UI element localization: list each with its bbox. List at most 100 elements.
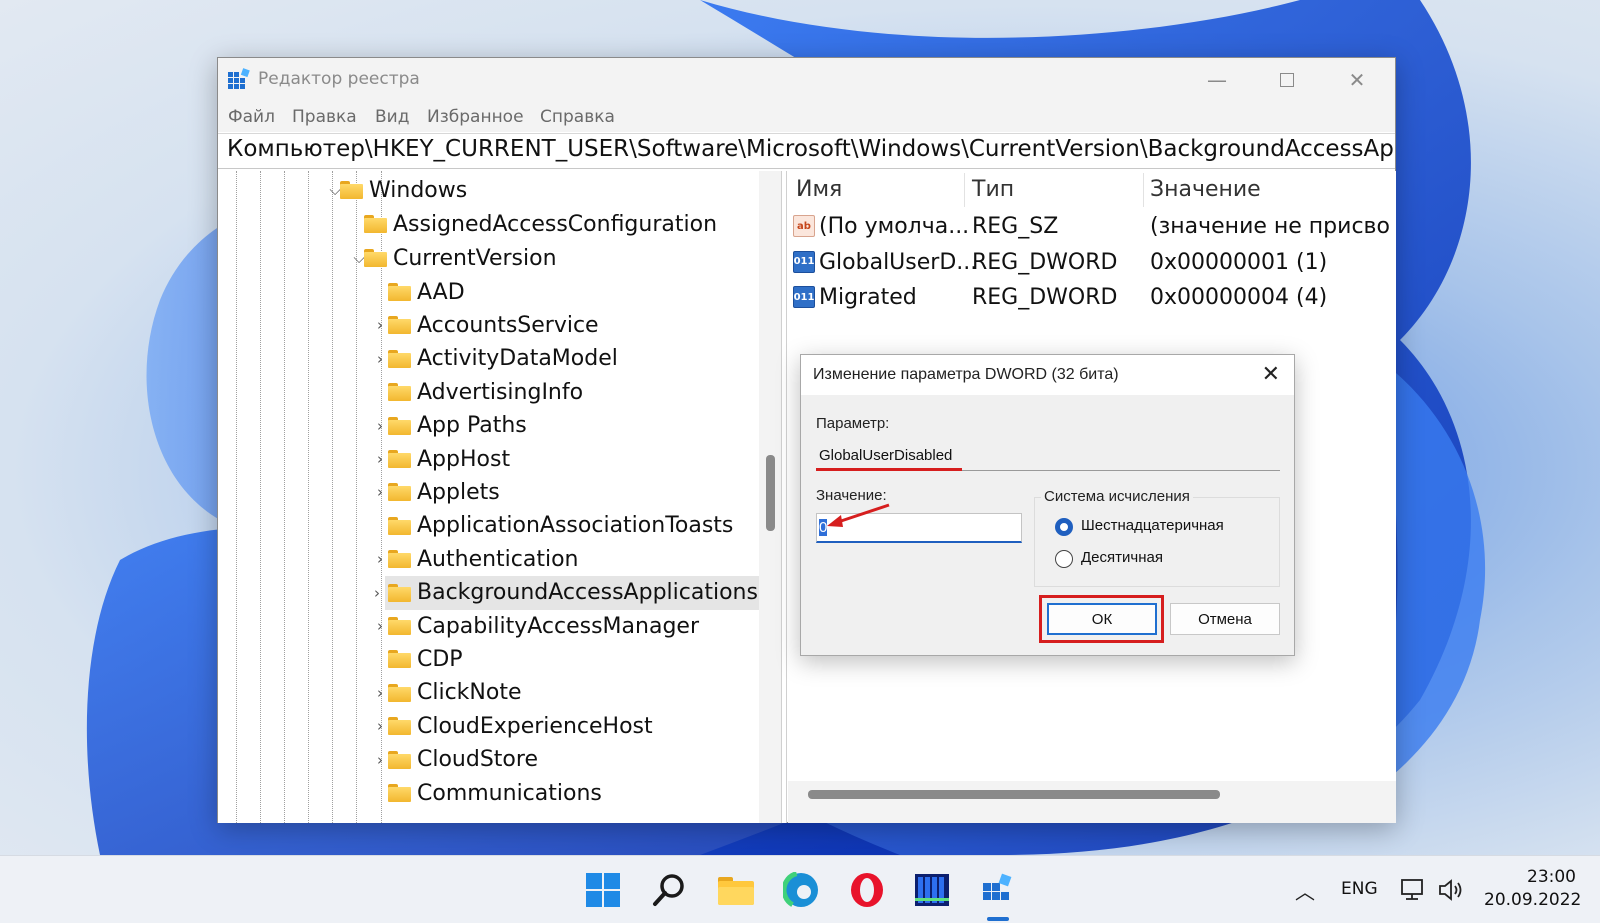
radio-decimal-label[interactable]: Десятичная [1081, 549, 1163, 566]
registry-editor-taskbar-button[interactable] [978, 870, 1018, 910]
tree-node-windows[interactable]: ⌵ Windows [329, 173, 468, 207]
folder-icon [388, 750, 411, 769]
network-icon[interactable] [1401, 878, 1427, 902]
disk-app-button[interactable] [912, 870, 952, 910]
menu-view[interactable]: Вид [375, 107, 409, 127]
column-header-type[interactable]: Тип [972, 177, 1014, 202]
tree-node-assignedaccessconfiguration[interactable]: AssignedAccessConfiguration [364, 207, 717, 241]
tree-node-app-paths[interactable]: › App Paths [377, 409, 527, 443]
volume-icon[interactable] [1438, 878, 1464, 902]
tree-node-activitydatamodel[interactable]: › ActivityDataModel [377, 342, 618, 376]
menu-favorites[interactable]: Избранное [427, 107, 524, 127]
value-row[interactable]: 011 GlobalUserD... REG_DWORD 0x00000001 (1) [788, 247, 1396, 281]
menu-edit[interactable]: Правка [292, 107, 357, 127]
chevron-right-icon[interactable]: › [373, 316, 387, 334]
file-explorer-button[interactable] [716, 870, 756, 910]
menu-file[interactable]: Файл [228, 107, 275, 127]
language-indicator[interactable]: ENG [1341, 879, 1378, 899]
chevron-right-icon[interactable]: › [370, 584, 384, 602]
tree-node-communications[interactable]: Communications [388, 776, 602, 810]
tree-scrollbar-thumb[interactable] [766, 455, 775, 531]
address-bar[interactable]: Компьютер\HKEY_CURRENT_USER\Software\Mic… [218, 133, 1395, 169]
close-button[interactable]: ✕ [1323, 58, 1391, 102]
tree-node-cloudexperiencehost[interactable]: › CloudExperienceHost [377, 709, 653, 743]
tree-node-apphost[interactable]: › AppHost [377, 442, 510, 476]
radio-hexadecimal[interactable] [1055, 518, 1073, 536]
tree-node-capabilityaccessmanager[interactable]: › CapabilityAccessManager [377, 609, 699, 643]
radio-hexadecimal-label[interactable]: Шестнадцатеричная [1081, 517, 1224, 534]
folder-icon [388, 383, 411, 402]
list-horizontal-scrollbar[interactable] [788, 781, 1396, 823]
registry-editor-icon [983, 873, 1012, 900]
active-app-indicator [987, 917, 1009, 921]
tree-node-currentversion[interactable]: ⌵ CurrentVersion [353, 241, 556, 275]
chevron-right-icon[interactable]: › [373, 717, 387, 735]
chevron-right-icon[interactable]: › [373, 417, 387, 435]
tree-node-clicknote[interactable]: › ClickNote [377, 676, 522, 710]
key-tree: ⌵ Windows AssignedAccessConfiguration ⌵ … [218, 171, 759, 823]
value-value-cell: (значение не присво [1150, 214, 1390, 239]
tree-node-label: Windows [369, 177, 468, 203]
value-name-cell: GlobalUserD... [819, 249, 978, 275]
folder-icon [388, 683, 411, 702]
value-value-cell: 0x00000004 (4) [1150, 285, 1328, 310]
start-button[interactable] [583, 870, 623, 910]
tree-node-applets[interactable]: › Applets [377, 475, 500, 509]
edge-browser-button[interactable] [781, 870, 821, 910]
ok-button[interactable]: ОК [1047, 603, 1157, 635]
tree-node-aad[interactable]: AAD [388, 275, 465, 309]
tree-node-backgroundaccessapplications[interactable]: › BackgroundAccessApplications [374, 575, 759, 610]
chevron-right-icon[interactable]: › [373, 350, 387, 368]
title-bar[interactable]: Редактор реестра — ✕ [218, 58, 1395, 102]
tree-guide-line [308, 171, 309, 823]
chevron-right-icon[interactable]: › [373, 483, 387, 501]
clock-date[interactable]: 20.09.2022 [1484, 890, 1581, 910]
column-divider[interactable] [1143, 173, 1144, 207]
value-row[interactable]: ab (По умолча... REG_SZ (значение не присво [788, 211, 1396, 245]
string-value-icon: ab [793, 215, 815, 237]
column-header-name[interactable]: Имя [796, 177, 842, 202]
folder-icon [388, 283, 411, 301]
chevron-right-icon[interactable]: › [373, 617, 387, 635]
folder-icon [388, 516, 411, 535]
column-header-value[interactable]: Значение [1150, 177, 1261, 202]
dialog-title-bar[interactable]: Изменение параметра DWORD (32 бита) ✕ [801, 355, 1294, 395]
minimize-button[interactable]: — [1183, 58, 1251, 102]
folder-icon [388, 617, 411, 635]
dword-value-icon: 011 [793, 286, 815, 308]
maximize-button[interactable] [1253, 58, 1321, 102]
cancel-button[interactable]: Отмена [1170, 603, 1280, 635]
value-type-cell: REG_SZ [972, 214, 1059, 239]
search-icon [653, 874, 684, 906]
tree-scrollbar[interactable] [759, 171, 781, 823]
radio-decimal[interactable] [1055, 550, 1073, 568]
folder-icon [388, 784, 411, 802]
close-icon: ✕ [1348, 68, 1366, 92]
chevron-right-icon[interactable]: › [373, 684, 387, 702]
tree-node-authentication[interactable]: › Authentication [377, 542, 579, 576]
folder-icon [388, 483, 411, 502]
tree-node-cloudstore[interactable]: › CloudStore [377, 743, 538, 777]
tree-node-cdp[interactable]: CDP [388, 642, 463, 676]
opera-browser-button[interactable] [847, 870, 887, 910]
chevron-right-icon[interactable]: › [373, 450, 387, 468]
opera-browser-icon [851, 873, 883, 907]
list-scrollbar-thumb[interactable] [808, 790, 1220, 799]
value-row[interactable]: 011 Migrated REG_DWORD 0x00000004 (4) [788, 282, 1396, 316]
tree-node-applicationassociationtoasts[interactable]: ApplicationAssociationToasts [388, 509, 733, 543]
tree-node-accountsservice[interactable]: › AccountsService [377, 308, 599, 342]
tree-guide-line [332, 171, 333, 823]
chevron-right-icon[interactable]: › [373, 550, 387, 568]
folder-icon [388, 316, 411, 335]
chevron-right-icon[interactable]: › [373, 751, 387, 769]
registry-editor-icon [228, 68, 250, 89]
pane-splitter[interactable] [781, 171, 787, 823]
value-name-cell: Migrated [819, 285, 917, 310]
menu-help[interactable]: Справка [540, 107, 615, 127]
dialog-close-icon[interactable]: ✕ [1262, 361, 1280, 387]
search-button[interactable] [649, 870, 689, 910]
chevron-up-icon[interactable]: ︿ [1295, 876, 1315, 905]
column-divider[interactable] [964, 173, 965, 207]
tree-node-advertisinginfo[interactable]: AdvertisingInfo [388, 375, 583, 409]
clock-time[interactable]: 23:00 [1527, 867, 1576, 887]
